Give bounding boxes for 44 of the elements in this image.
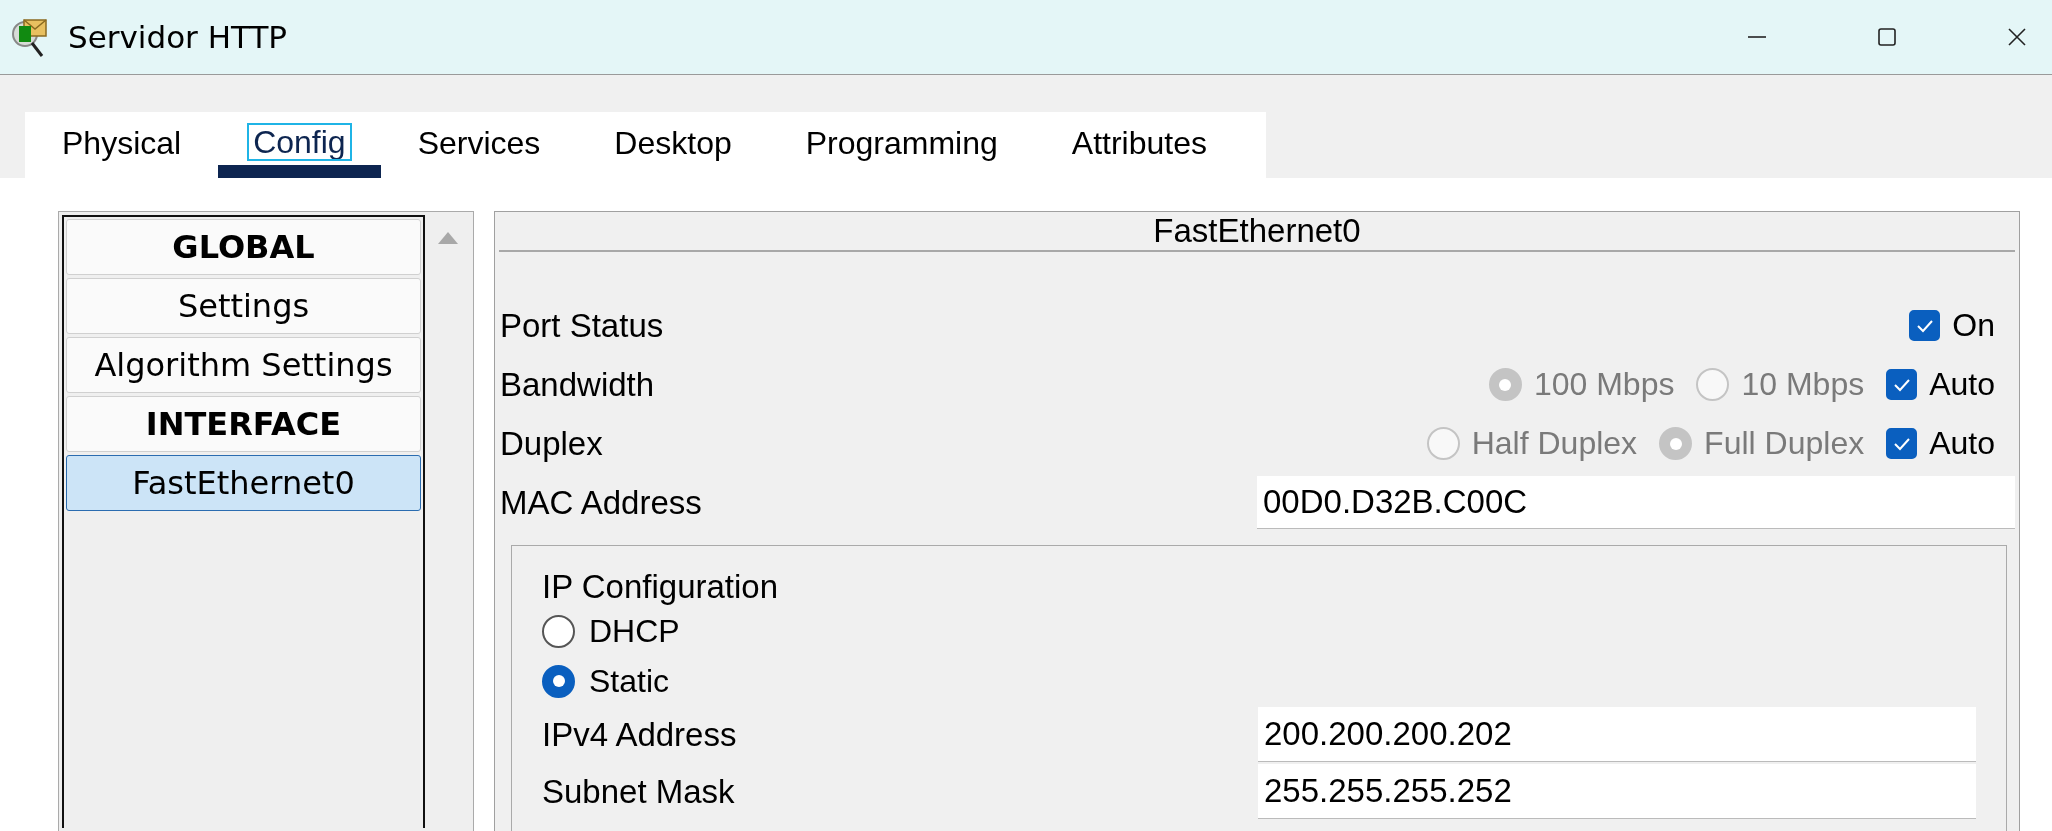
sidebar-heading[interactable]: INTERFACE	[66, 396, 421, 452]
field-label: IPv4 Address	[542, 715, 738, 754]
check-icon	[1892, 377, 1911, 392]
tab[interactable]: Physical	[25, 112, 219, 178]
radio-label: 100 Mbps	[1533, 366, 1675, 403]
field-label: Duplex	[500, 424, 604, 463]
check-icon	[1892, 436, 1911, 451]
radio-label: Static	[589, 662, 670, 700]
tab[interactable]: Desktop	[577, 112, 769, 178]
field-label: MAC Address	[500, 483, 703, 522]
input-field[interactable]: 200.200.200.202	[1258, 707, 1976, 762]
tab[interactable]: Services	[380, 112, 578, 178]
sidebar-item[interactable]: FastEthernet0	[66, 455, 421, 511]
check-icon	[1915, 318, 1934, 333]
input-field[interactable]: 255.255.255.252	[1258, 764, 1976, 819]
field-label: Subnet Mask	[542, 772, 736, 811]
group-title: IP Configuration	[542, 568, 780, 606]
checkbox[interactable]	[1909, 310, 1941, 341]
checkbox-label: Auto	[1929, 366, 1995, 403]
radio-label: DHCP	[589, 612, 680, 650]
radio-label: Half Duplex	[1471, 425, 1638, 462]
checkbox[interactable]	[1886, 428, 1918, 459]
checkbox-label: Auto	[1929, 425, 1995, 462]
envelope-magnifier-icon	[10, 16, 50, 58]
input-field[interactable]: 00D0.D32B.C00C	[1257, 476, 2015, 529]
minimize-icon	[1747, 36, 1767, 38]
radio-button[interactable]	[542, 664, 575, 698]
radio-button[interactable]	[542, 614, 575, 648]
sidebar-heading[interactable]: GLOBAL	[66, 219, 421, 275]
close-icon	[2007, 27, 2027, 47]
sidebar-item[interactable]: Settings	[66, 278, 421, 334]
maximize-icon	[1877, 27, 1897, 47]
radio-label: Full Duplex	[1704, 425, 1865, 462]
radio-label: 10 Mbps	[1741, 366, 1865, 403]
tab[interactable]: Attributes	[1034, 112, 1244, 178]
checkbox-label: On	[1952, 307, 1995, 344]
panel-title: FastEthernet0	[499, 212, 2015, 252]
checkbox[interactable]	[1886, 369, 1918, 400]
window-title: Servidor HTTP	[68, 19, 288, 55]
tab[interactable]: Programming	[768, 112, 1035, 178]
scroll-up-icon[interactable]	[436, 231, 459, 245]
field-label: Bandwidth	[500, 365, 656, 404]
field-label: Port Status	[500, 306, 665, 345]
sidebar-item[interactable]: Algorithm Settings	[66, 337, 421, 393]
